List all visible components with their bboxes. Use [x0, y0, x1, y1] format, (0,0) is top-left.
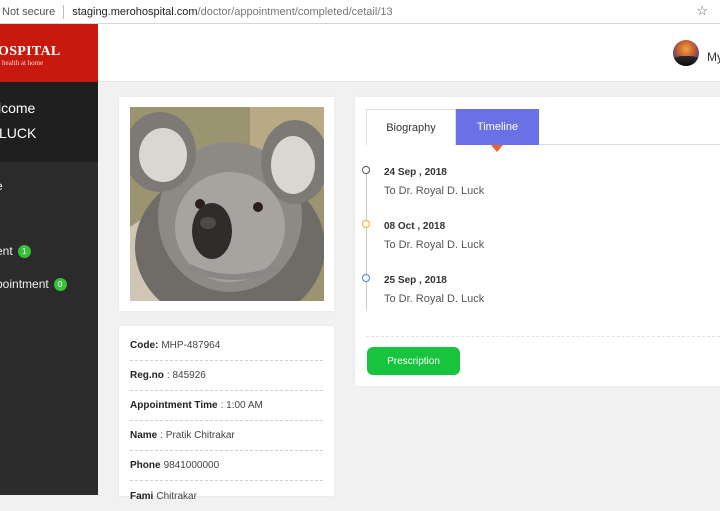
info-label: Fami: [130, 490, 154, 502]
info-row-family: Fami Chitrakar: [130, 481, 323, 511]
url-path: /doctor/appointment/completed/cetail/13: [197, 5, 393, 18]
timeline-marker-icon: [362, 274, 370, 282]
active-tab-indicator: [491, 145, 503, 152]
address-separator: [63, 4, 65, 19]
sidebar: OSPITAL health at home lcome LUCK e ent …: [0, 24, 98, 495]
patient-photo: [130, 107, 324, 301]
info-value: : Pratik Chitrakar: [160, 430, 235, 441]
info-row-code: Code: MHP-487964: [130, 331, 323, 361]
welcome-block: lcome LUCK: [0, 82, 98, 162]
profile-tabs: Biography Timeline: [366, 109, 720, 145]
info-label: Reg.no: [130, 370, 164, 381]
timeline-entry-text: To Dr. Royal D. Luck: [384, 293, 485, 305]
info-row-name: Name : Pratik Chitrakar: [130, 421, 323, 451]
sidebar-item-completed-appointment[interactable]: pointment 0: [0, 277, 67, 291]
sidebar-item-label: e: [0, 179, 3, 193]
timeline-card: Biography Timeline 24 Sep , 2018 To Dr. …: [355, 97, 720, 386]
info-row-phone: Phone 9841000000: [130, 451, 323, 481]
count-badge: 1: [17, 244, 31, 258]
prescription-button[interactable]: Prescription: [367, 347, 460, 375]
timeline-line: [366, 165, 367, 310]
patient-photo-card: [119, 97, 334, 311]
welcome-username: LUCK: [0, 125, 37, 141]
timeline-date: 25 Sep , 2018: [384, 275, 447, 286]
timeline-marker-icon: [362, 220, 370, 228]
divider: [366, 336, 720, 337]
info-value: : 1:00 AM: [220, 400, 263, 411]
info-label: Name: [130, 430, 158, 441]
url-host: staging.merohospital.com: [72, 5, 198, 18]
patient-info-card: Code: MHP-487964 Reg.no : 845926 Appoint…: [119, 326, 334, 502]
logo-tagline: health at home: [2, 59, 44, 67]
info-value: Chitrakar: [156, 490, 197, 502]
welcome-text: lcome: [0, 100, 36, 116]
sidebar-item-appointment[interactable]: ent 1: [0, 244, 31, 258]
count-badge: 0: [53, 277, 67, 291]
security-indicator[interactable]: Not secure: [0, 6, 55, 18]
timeline-marker-icon: [362, 166, 370, 174]
timeline-entry-text: To Dr. Royal D. Luck: [384, 239, 485, 251]
url-text[interactable]: staging.merohospital.com/doctor/appointm…: [72, 6, 392, 18]
sidebar-item-home[interactable]: e: [0, 179, 3, 193]
sidebar-item-label: pointment: [0, 277, 49, 291]
top-header: My: [98, 24, 720, 82]
logo-title: OSPITAL: [0, 44, 61, 59]
timeline-entry-text: To Dr. Royal D. Luck: [384, 185, 485, 197]
user-avatar[interactable]: [673, 40, 699, 66]
info-label: Code:: [130, 340, 159, 351]
info-row-appointment-time: Appointment Time : 1:00 AM: [130, 391, 323, 421]
bookmark-star-icon[interactable]: ☆: [696, 3, 708, 19]
tab-timeline[interactable]: Timeline: [456, 109, 539, 145]
info-row-reg-no: Reg.no : 845926: [130, 361, 323, 391]
info-label: Appointment Time: [130, 400, 218, 411]
user-menu-label[interactable]: My: [707, 50, 720, 64]
timeline-date: 08 Oct , 2018: [384, 221, 446, 232]
timeline-date: 24 Sep , 2018: [384, 167, 447, 178]
info-value: 9841000000: [163, 460, 220, 471]
tab-biography[interactable]: Biography: [366, 109, 456, 145]
info-label: Phone: [130, 460, 161, 471]
info-value: : 845926: [166, 370, 206, 381]
browser-address-bar[interactable]: Not secure staging.merohospital.com/doct…: [0, 0, 720, 24]
info-value: MHP-487964: [161, 340, 221, 351]
sidebar-item-label: ent: [0, 244, 13, 258]
hospital-logo[interactable]: OSPITAL health at home: [0, 24, 98, 82]
